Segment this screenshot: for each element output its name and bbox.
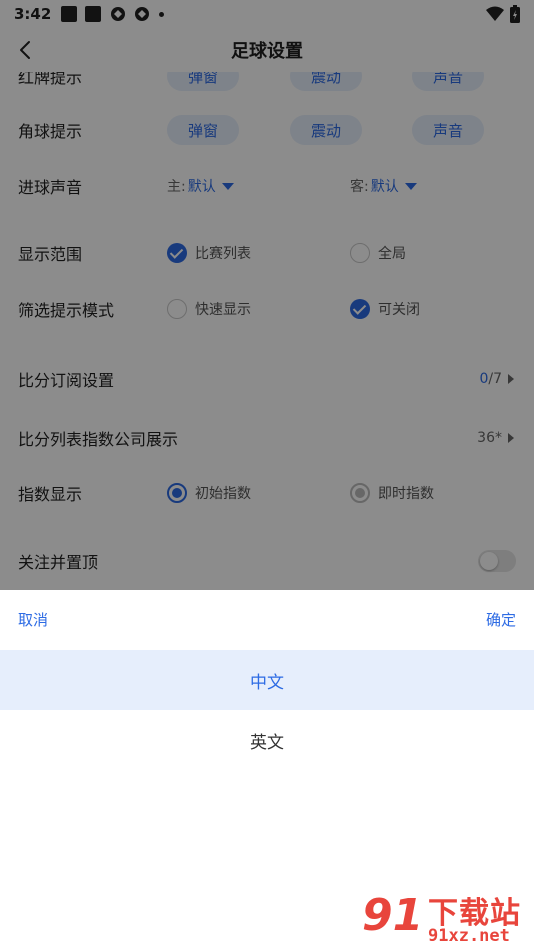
cancel-button[interactable]: 取消	[18, 609, 48, 630]
modal-overlay[interactable]	[0, 0, 534, 590]
watermark-logo: 91 下载站 91xz.net	[362, 886, 530, 950]
watermark-mark: 91	[362, 890, 424, 941]
confirm-button[interactable]: 确定	[486, 609, 516, 630]
sheet-toolbar: 取消 确定	[0, 590, 534, 650]
picker-option-english[interactable]: 英文	[0, 710, 534, 770]
watermark-url: 91xz.net	[428, 926, 510, 946]
picker-option-chinese[interactable]: 中文	[0, 650, 534, 710]
